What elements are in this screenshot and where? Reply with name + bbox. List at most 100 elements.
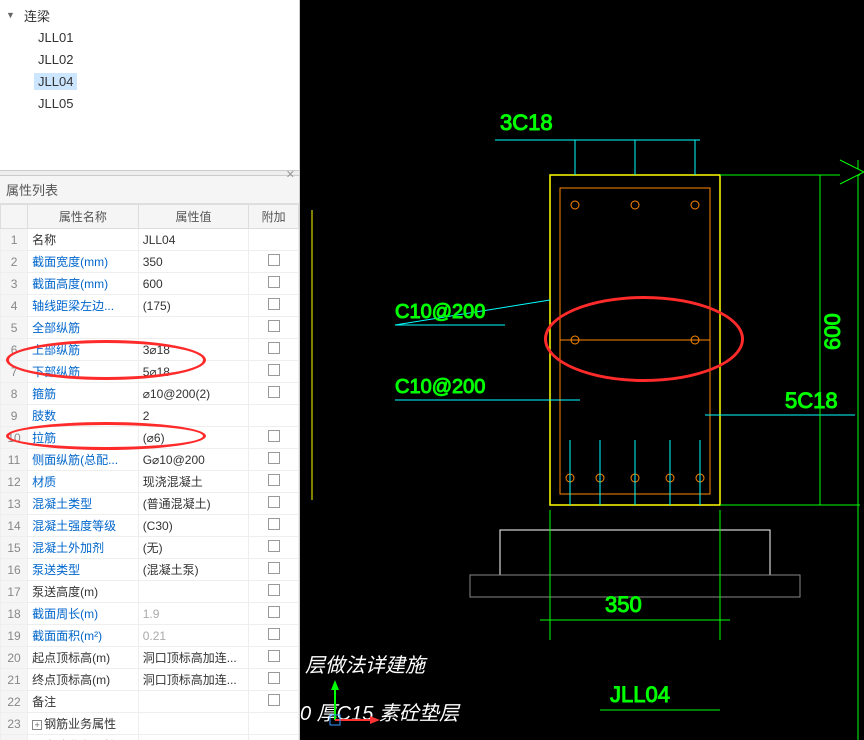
property-extra [249,515,299,537]
property-value[interactable]: (无) [138,537,249,559]
property-value[interactable]: 洞口顶标高加连... [138,647,249,669]
property-grid[interactable]: 属性名称 属性值 附加 1名称JLL042截面宽度(mm)3503截面高度(mm… [0,204,299,740]
property-name: 下部纵筋 [32,365,80,379]
property-extra [249,603,299,625]
property-row[interactable]: 3截面高度(mm)600 [1,273,299,295]
property-name: 肢数 [32,409,56,423]
extra-checkbox[interactable] [268,694,280,706]
property-value[interactable]: 600 [138,273,249,295]
property-row[interactable]: 15混凝土外加剂(无) [1,537,299,559]
extra-checkbox[interactable] [268,386,280,398]
property-row[interactable]: 8箍筋⌀10@200(2) [1,383,299,405]
property-row[interactable]: 23+钢筋业务属性 [1,713,299,735]
property-row[interactable]: 18截面周长(m)1.9 [1,603,299,625]
extra-checkbox[interactable] [268,342,280,354]
property-value[interactable]: ⌀10@200(2) [138,383,249,405]
property-row[interactable]: 5全部纵筋 [1,317,299,339]
property-row[interactable]: 21终点顶标高(m)洞口顶标高加连... [1,669,299,691]
extra-checkbox[interactable] [268,672,280,684]
extra-checkbox[interactable] [268,650,280,662]
property-value[interactable]: 洞口顶标高加连... [138,669,249,691]
property-value[interactable]: 现浇混凝土 [138,471,249,493]
property-row[interactable]: 7下部纵筋5⌀18 [1,361,299,383]
extra-checkbox[interactable] [268,606,280,618]
property-row[interactable]: 16泵送类型(混凝土泵) [1,559,299,581]
cad-viewport[interactable]: 3C18 C10@200 C10@200 5C18 600 350 JLL04 … [300,0,864,740]
property-row[interactable]: 20起点顶标高(m)洞口顶标高加连... [1,647,299,669]
cad-tie-label: C10@200 [395,376,485,398]
property-value[interactable] [138,317,249,339]
property-row[interactable]: 19截面面积(m²)0.21 [1,625,299,647]
tree-item[interactable]: JLL04 [6,70,299,92]
row-index: 41 [1,735,28,740]
property-row[interactable]: 13混凝土类型(普通混凝土) [1,493,299,515]
row-index: 14 [1,515,28,537]
extra-checkbox[interactable] [268,540,280,552]
property-value[interactable]: (混凝土泵) [138,559,249,581]
property-value[interactable] [138,713,249,735]
extra-checkbox[interactable] [268,518,280,530]
property-extra [249,317,299,339]
extra-checkbox[interactable] [268,254,280,266]
property-value[interactable]: 2 [138,405,249,427]
extra-checkbox[interactable] [268,584,280,596]
collapse-icon[interactable]: ▼ [6,10,18,20]
property-value[interactable]: (普通混凝土) [138,493,249,515]
property-value[interactable]: 3⌀18 [138,339,249,361]
tree-item[interactable]: JLL05 [6,92,299,114]
property-value[interactable]: (⌀6) [138,427,249,449]
close-icon[interactable]: ✕ [286,168,295,181]
property-extra [249,493,299,515]
property-row[interactable]: 41+土建业务属性 [1,735,299,740]
extra-checkbox[interactable] [268,496,280,508]
property-row[interactable]: 17泵送高度(m) [1,581,299,603]
col-extra: 附加 [249,205,299,229]
tree-item[interactable]: JLL01 [6,26,299,48]
extra-checkbox[interactable] [268,298,280,310]
property-row[interactable]: 4轴线距梁左边...(175) [1,295,299,317]
property-value[interactable]: (175) [138,295,249,317]
property-name: 起点顶标高(m) [32,651,110,665]
extra-checkbox[interactable] [268,474,280,486]
extra-checkbox[interactable] [268,276,280,288]
property-row[interactable]: 2截面宽度(mm)350 [1,251,299,273]
property-name: 截面宽度(mm) [32,255,108,269]
property-value[interactable]: 1.9 [138,603,249,625]
property-value[interactable]: G⌀10@200 [138,449,249,471]
property-extra [249,339,299,361]
row-index: 9 [1,405,28,427]
extra-checkbox[interactable] [268,364,280,376]
property-row[interactable]: 14混凝土强度等级(C30) [1,515,299,537]
property-row[interactable]: 6上部纵筋3⌀18 [1,339,299,361]
property-row[interactable]: 1名称JLL04 [1,229,299,251]
property-value[interactable]: 5⌀18 [138,361,249,383]
property-row[interactable]: 10拉筋(⌀6) [1,427,299,449]
property-value[interactable] [138,581,249,603]
extra-checkbox[interactable] [268,628,280,640]
property-extra [249,427,299,449]
panel-splitter[interactable]: ✕ [0,170,299,176]
cad-note-2: 0 厚C15 素砼垫层 [300,703,461,725]
tree-item-label: JLL04 [34,73,77,90]
extra-checkbox[interactable] [268,452,280,464]
property-row[interactable]: 11侧面纵筋(总配...G⌀10@200 [1,449,299,471]
tree-item-label: JLL05 [34,95,77,112]
extra-checkbox[interactable] [268,430,280,442]
tree-item[interactable]: JLL02 [6,48,299,70]
extra-checkbox[interactable] [268,320,280,332]
property-value[interactable]: (C30) [138,515,249,537]
property-panel-title: 属性列表 [0,176,299,204]
tree-root-row[interactable]: ▼ 连梁 [6,4,299,26]
property-value[interactable]: 0.21 [138,625,249,647]
property-value[interactable]: 350 [138,251,249,273]
property-value[interactable]: JLL04 [138,229,249,251]
component-tree[interactable]: ▼ 连梁 JLL01JLL02 JLL04 JLL05 [0,0,299,170]
expand-icon[interactable]: + [32,720,42,730]
property-row[interactable]: 9 肢数 2 [1,405,299,427]
property-row[interactable]: 12材质现浇混凝土 [1,471,299,493]
extra-checkbox[interactable] [268,562,280,574]
property-value[interactable] [138,735,249,740]
tree-root-label: 连梁 [20,5,54,26]
property-row[interactable]: 22备注 [1,691,299,713]
property-value[interactable] [138,691,249,713]
